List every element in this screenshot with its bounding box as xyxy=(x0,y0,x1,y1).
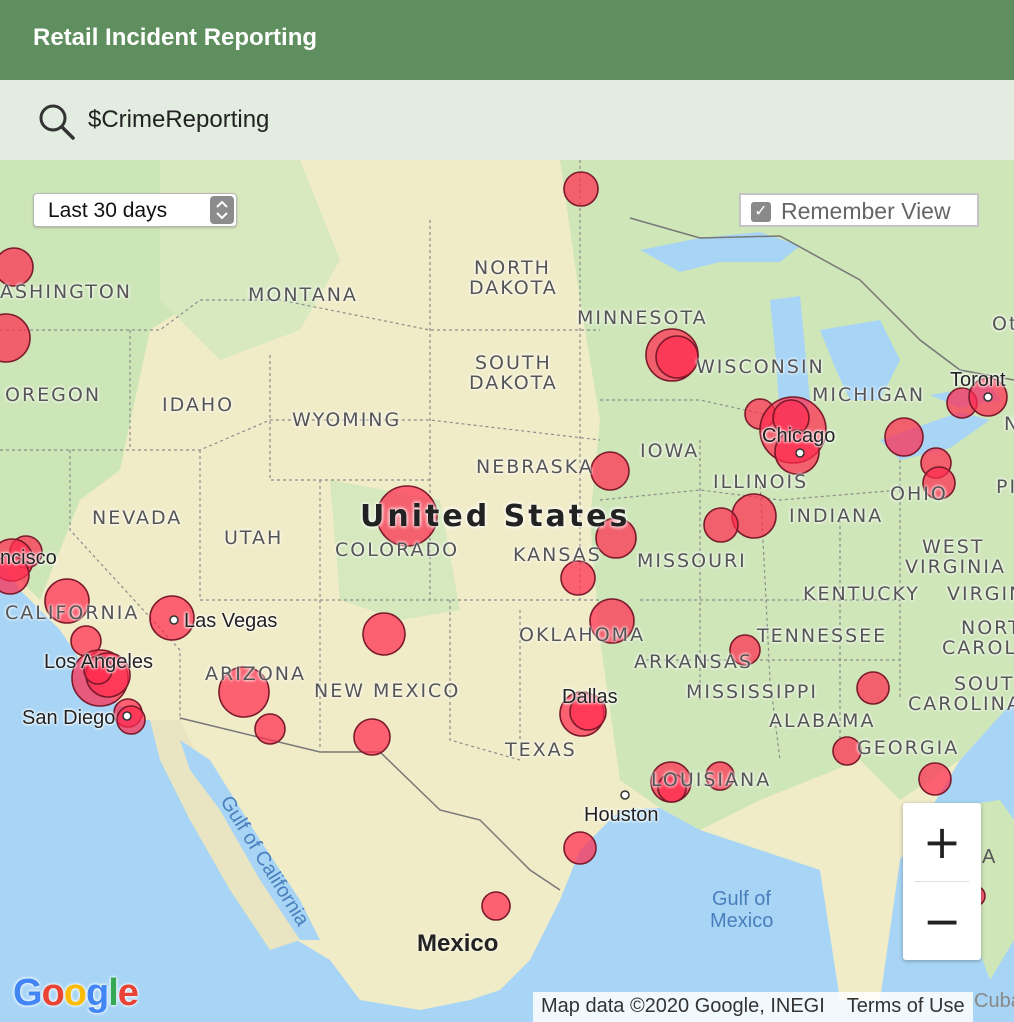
incident-marker[interactable] xyxy=(918,762,952,796)
incident-marker[interactable] xyxy=(563,831,597,865)
incident-marker[interactable] xyxy=(590,451,630,491)
google-logo[interactable]: Google xyxy=(13,972,139,1015)
city-label-chicago: Chicago xyxy=(762,425,836,447)
incident-marker[interactable] xyxy=(703,507,739,543)
water-label-cuba: Cuba xyxy=(974,990,1014,1012)
incident-marker[interactable] xyxy=(655,335,699,379)
city-label-san-diego: San Diego xyxy=(22,707,116,729)
state-label-south-carolina-1: SOUTH xyxy=(954,673,1014,695)
incident-marker[interactable] xyxy=(731,493,777,539)
state-label-n: N xyxy=(1004,413,1014,435)
state-label-minnesota: MINNESOTA xyxy=(577,307,708,329)
incident-marker[interactable] xyxy=(563,171,599,207)
remember-view-label: Remember View xyxy=(781,198,951,224)
state-label-arkansas: ARKANSAS xyxy=(634,651,754,673)
state-label-west: WEST xyxy=(922,536,985,558)
state-label-new-mexico: NEW MEXICO xyxy=(314,680,461,702)
date-range-select[interactable]: Last 30 days xyxy=(33,193,237,227)
state-label-kansas: KANSAS xyxy=(513,544,602,566)
state-label-georgia: GEORGIA xyxy=(857,737,960,759)
water-label-mexico: Mexico xyxy=(710,910,774,932)
city-label-toronto: Toront xyxy=(950,369,1006,391)
state-label-iowa: IOWA xyxy=(640,440,700,462)
state-label-illinois: ILLINOIS xyxy=(713,471,809,493)
state-label-pi: PI xyxy=(996,476,1014,498)
state-label-montana: MONTANA xyxy=(248,284,358,306)
terms-of-use-link[interactable]: Terms of Use xyxy=(847,995,965,1017)
incident-marker[interactable] xyxy=(116,705,146,735)
state-label-colorado: COLORADO xyxy=(335,539,460,561)
state-label-california: CALIFORNIA xyxy=(5,602,140,624)
map-attribution: Map data ©2020 Google, INEGI Terms of Use xyxy=(533,992,973,1022)
city-label-dallas: Dallas xyxy=(562,686,618,708)
state-label-louisiana: LOUISIANA xyxy=(651,769,772,791)
state-label-north: NORTH xyxy=(474,257,551,279)
city-label-houston: Houston xyxy=(584,804,659,826)
date-range-value: Last 30 days xyxy=(48,199,168,222)
state-label-oregon: OREGON xyxy=(5,384,102,406)
city-label-los-angeles: Los Angeles xyxy=(44,651,153,673)
state-label-washington: ASHINGTON xyxy=(0,281,132,303)
select-stepper-icon[interactable] xyxy=(210,196,234,224)
search-input[interactable] xyxy=(88,102,968,138)
state-label-alabama: ALABAMA xyxy=(769,710,876,732)
mexico-label: Mexico xyxy=(417,930,499,957)
remember-view-toggle[interactable]: ✓ Remember View xyxy=(739,193,979,227)
search-icon[interactable] xyxy=(37,102,77,142)
state-label-utah: UTAH xyxy=(224,527,284,549)
country-label: United States xyxy=(360,499,631,534)
app-header: Retail Incident Reporting xyxy=(0,0,1014,80)
incident-marker[interactable] xyxy=(884,417,924,457)
state-label-carol: CAROL xyxy=(942,637,1014,659)
attribution-text: Map data ©2020 Google, INEGI xyxy=(541,995,825,1017)
state-label-nort: NORT xyxy=(961,617,1014,639)
state-label-kentucky: KENTUCKY xyxy=(803,583,920,605)
state-label-nevada: NEVADA xyxy=(92,507,183,529)
state-label-texas: TEXAS xyxy=(505,739,577,761)
state-label-idaho: IDAHO xyxy=(162,394,235,416)
state-label-virginia: VIRGINIA xyxy=(905,556,1006,578)
state-label-tennessee: TENNESSEE xyxy=(757,625,888,647)
zoom-out-button[interactable]: − xyxy=(903,882,981,960)
state-label-missouri: MISSOURI xyxy=(637,550,747,572)
search-bar xyxy=(0,80,1014,160)
incident-marker[interactable] xyxy=(560,560,596,596)
state-label-oklahoma: OKLAHOMA xyxy=(519,624,646,646)
zoom-in-button[interactable]: + xyxy=(903,803,981,881)
incident-marker[interactable] xyxy=(362,612,406,656)
city-label-las-vegas: Las Vegas xyxy=(184,610,278,632)
state-label-ot: Ot xyxy=(992,313,1014,335)
state-label-indiana: INDIANA xyxy=(789,505,884,527)
state-label-south: SOUTH xyxy=(475,352,552,374)
state-label-south-carolina-2: CAROLINA xyxy=(908,693,1014,715)
water-label-gulf-of: Gulf of xyxy=(712,888,771,910)
state-label-dakota: DAKOTA xyxy=(469,277,558,299)
state-label-dakota2: DAKOTA xyxy=(469,372,558,394)
incident-marker[interactable] xyxy=(254,713,286,745)
state-label-michigan: MICHIGAN xyxy=(812,384,926,406)
state-label-mississippi: MISSISSIPPI xyxy=(686,681,818,703)
app-title: Retail Incident Reporting xyxy=(33,24,318,51)
state-label-wyoming: WYOMING xyxy=(292,409,402,431)
state-label-ohio: OHIO xyxy=(890,483,948,505)
city-label-san-francisco: ncisco xyxy=(0,547,57,569)
state-label-wisconsin: WISCONSIN xyxy=(696,356,825,378)
checkbox-checked-icon[interactable]: ✓ xyxy=(751,202,771,222)
incident-map[interactable]: ASHINGTON MONTANA NORTH DAKOTA MINNESOTA… xyxy=(0,160,1014,1022)
water-label-a: A xyxy=(982,846,996,868)
state-label-nebraska: NEBRASKA xyxy=(476,456,594,478)
incident-marker[interactable] xyxy=(856,671,890,705)
state-label-virgin: VIRGIN xyxy=(947,583,1014,605)
state-label-arizona: ARIZONA xyxy=(205,663,306,685)
incident-marker[interactable] xyxy=(481,891,511,921)
incident-marker[interactable] xyxy=(353,718,391,756)
zoom-control: + − xyxy=(903,803,981,960)
